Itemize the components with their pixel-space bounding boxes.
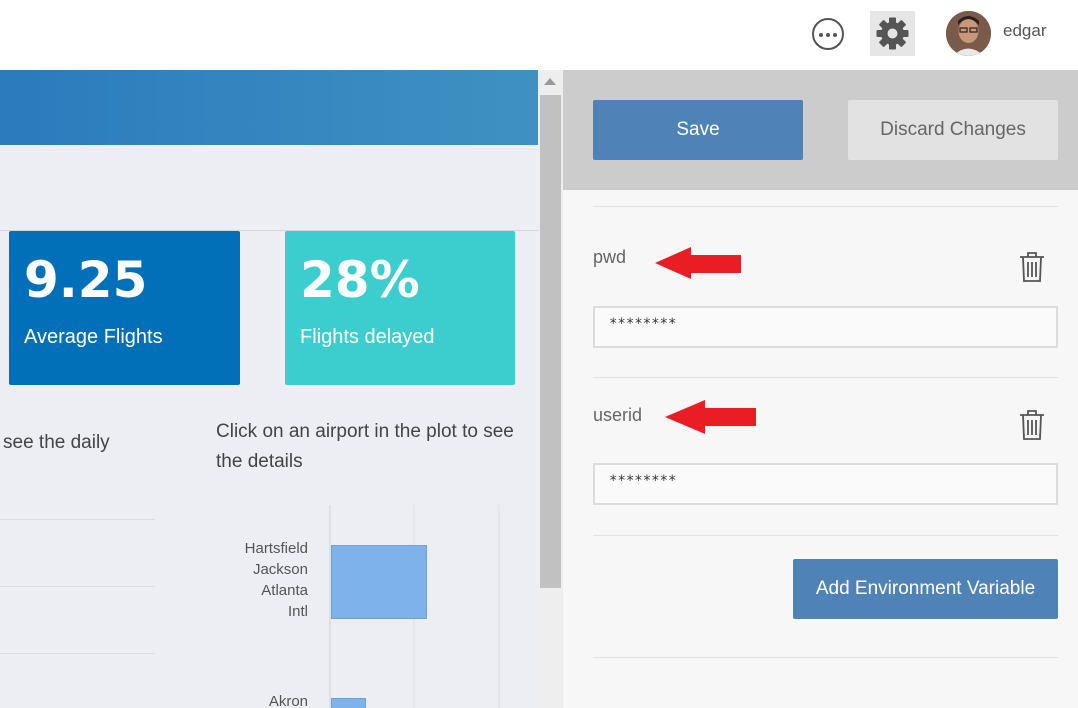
bar-label-line: Jackson xyxy=(252,561,308,578)
bar-label-line: Hartsfield xyxy=(244,540,308,557)
dashboard-panel: 9.25 Average Flights 28% Flights delayed… xyxy=(0,70,538,708)
bar-akron[interactable] xyxy=(331,698,366,708)
userid-value-input[interactable]: ******** xyxy=(593,463,1058,505)
bar-label-line: Akron xyxy=(268,693,308,708)
settings-button[interactable] xyxy=(870,11,915,56)
divider xyxy=(593,206,1058,207)
top-bar: edgar xyxy=(0,0,1078,70)
scrollbar-thumb[interactable] xyxy=(540,95,561,588)
bar-hartsfield[interactable] xyxy=(331,545,427,619)
bar-label-line: Intl xyxy=(287,603,308,620)
pwd-value-input[interactable]: ******** xyxy=(593,306,1058,348)
panel-header: Save Discard Changes xyxy=(563,70,1078,190)
add-environment-variable-button[interactable]: Add Environment Variable xyxy=(793,559,1058,619)
bar-label-hartsfield: Hartsfield Jackson Atlanta Intl xyxy=(210,538,308,622)
variable-name-pwd: pwd xyxy=(593,247,627,267)
save-button[interactable]: Save xyxy=(593,100,803,160)
divider xyxy=(593,657,1058,658)
scrollbar[interactable] xyxy=(538,70,563,708)
trash-icon[interactable] xyxy=(1018,409,1046,441)
scroll-up-icon[interactable] xyxy=(544,78,556,85)
environment-variables-panel: Save Discard Changes pwd ******** userid… xyxy=(563,70,1078,708)
bar-label-akron: Akron xyxy=(210,691,308,708)
username-label[interactable]: edgar xyxy=(1003,21,1046,41)
avatar-image xyxy=(946,11,991,56)
bar-label-line: Atlanta xyxy=(261,582,308,599)
discard-changes-button[interactable]: Discard Changes xyxy=(848,100,1058,160)
divider xyxy=(593,535,1058,536)
divider xyxy=(593,377,1058,378)
more-options-icon[interactable] xyxy=(812,18,844,50)
red-arrow-annotation xyxy=(655,247,741,279)
gear-icon xyxy=(876,17,909,50)
variable-name-userid: userid xyxy=(593,405,643,425)
trash-icon[interactable] xyxy=(1018,251,1046,283)
user-avatar[interactable] xyxy=(946,11,991,56)
red-arrow-annotation xyxy=(665,400,756,434)
